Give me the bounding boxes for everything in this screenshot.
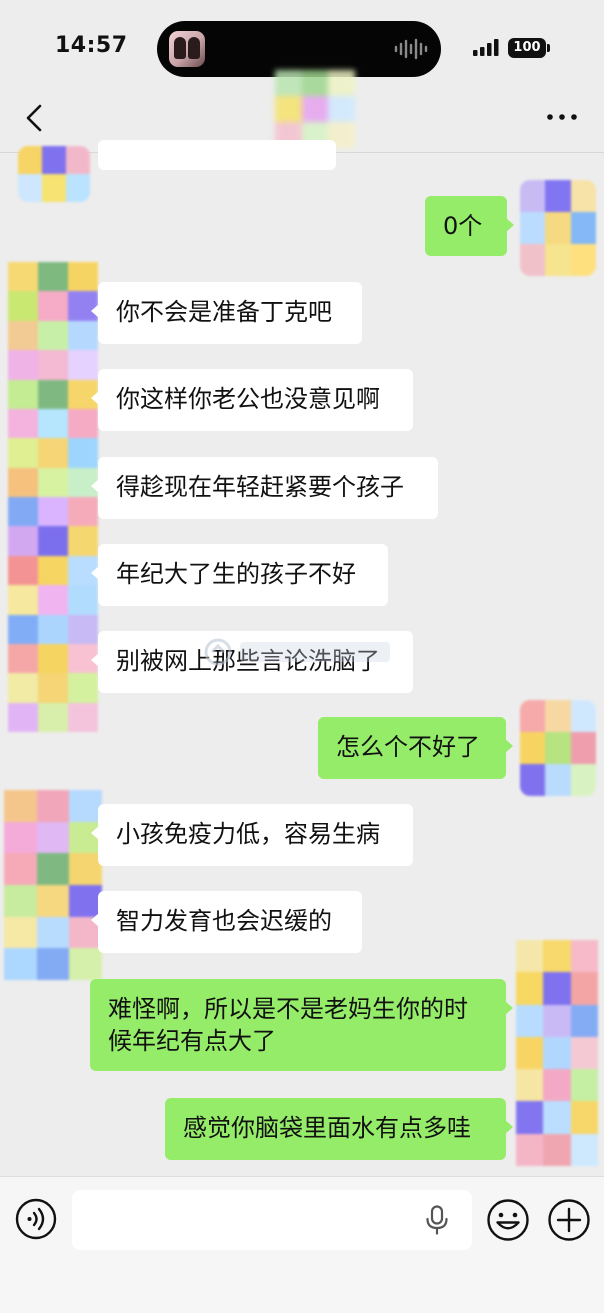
contact-avatar[interactable]	[18, 146, 90, 202]
message-outgoing[interactable]: 难怪啊，所以是不是老妈生你的时候年纪有点大了	[90, 979, 513, 1071]
message-text: 你这样你老公也没意见啊	[116, 385, 380, 413]
contact-name-blurred[interactable]	[275, 70, 355, 148]
message-text: 智力发育也会迟缓的	[116, 907, 332, 935]
message-text: 小孩免疫力低，容易生病	[116, 820, 380, 848]
more-dots-icon[interactable]	[540, 104, 584, 130]
battery-icon: 100	[508, 38, 550, 58]
message-text: 别被网上那些言论洗脑了	[116, 647, 380, 675]
message-outgoing[interactable]: 感觉你脑袋里面水有点多哇	[165, 1098, 513, 1160]
input-bar	[0, 1176, 604, 1313]
audio-wave-icon	[394, 38, 428, 60]
message-outgoing[interactable]: 0个	[425, 196, 514, 256]
contact-avatar[interactable]	[4, 790, 102, 980]
message-text: 感觉你脑袋里面水有点多哇	[183, 1114, 471, 1142]
message-text: 年纪大了生的孩子不好	[116, 560, 356, 588]
message-outgoing[interactable]: 怎么个不好了	[318, 717, 513, 779]
message-text: 难怪啊，所以是不是老妈生你的时候年纪有点大了	[108, 995, 468, 1055]
message-incoming[interactable]: 智力发育也会迟缓的	[91, 891, 362, 953]
dynamic-island[interactable]	[157, 21, 441, 77]
app-thumbnail-icon[interactable]	[169, 31, 205, 67]
message-text: 得趁现在年轻赶紧要个孩子	[116, 473, 404, 501]
message-incoming[interactable]: 年纪大了生的孩子不好	[91, 544, 388, 606]
plus-icon[interactable]	[547, 1198, 591, 1242]
message-text: 0个	[443, 212, 483, 240]
signal-icon	[473, 39, 499, 56]
my-avatar[interactable]	[520, 700, 596, 796]
message-input[interactable]	[72, 1190, 472, 1250]
my-avatar[interactable]	[520, 180, 596, 276]
message-text: 你不会是准备丁克吧	[116, 298, 332, 326]
message-incoming[interactable]: 别被网上那些言论洗脑了	[91, 631, 413, 693]
message-text: 怎么个不好了	[336, 733, 480, 761]
my-avatar[interactable]	[516, 940, 598, 1166]
contact-avatar[interactable]	[8, 262, 98, 732]
status-time: 14:57	[55, 33, 128, 58]
battery-level: 100	[513, 40, 541, 55]
message-incoming[interactable]	[98, 140, 336, 170]
emoji-icon[interactable]	[486, 1198, 530, 1242]
message-incoming[interactable]: 小孩免疫力低，容易生病	[91, 804, 413, 866]
message-incoming[interactable]: 你这样你老公也没意见啊	[91, 369, 413, 431]
message-incoming[interactable]: 你不会是准备丁克吧	[91, 282, 362, 344]
voice-icon[interactable]	[15, 1198, 57, 1240]
microphone-icon[interactable]	[424, 1205, 450, 1235]
back-arrow-icon[interactable]	[18, 100, 54, 136]
message-incoming[interactable]: 得趁现在年轻赶紧要个孩子	[91, 457, 438, 519]
